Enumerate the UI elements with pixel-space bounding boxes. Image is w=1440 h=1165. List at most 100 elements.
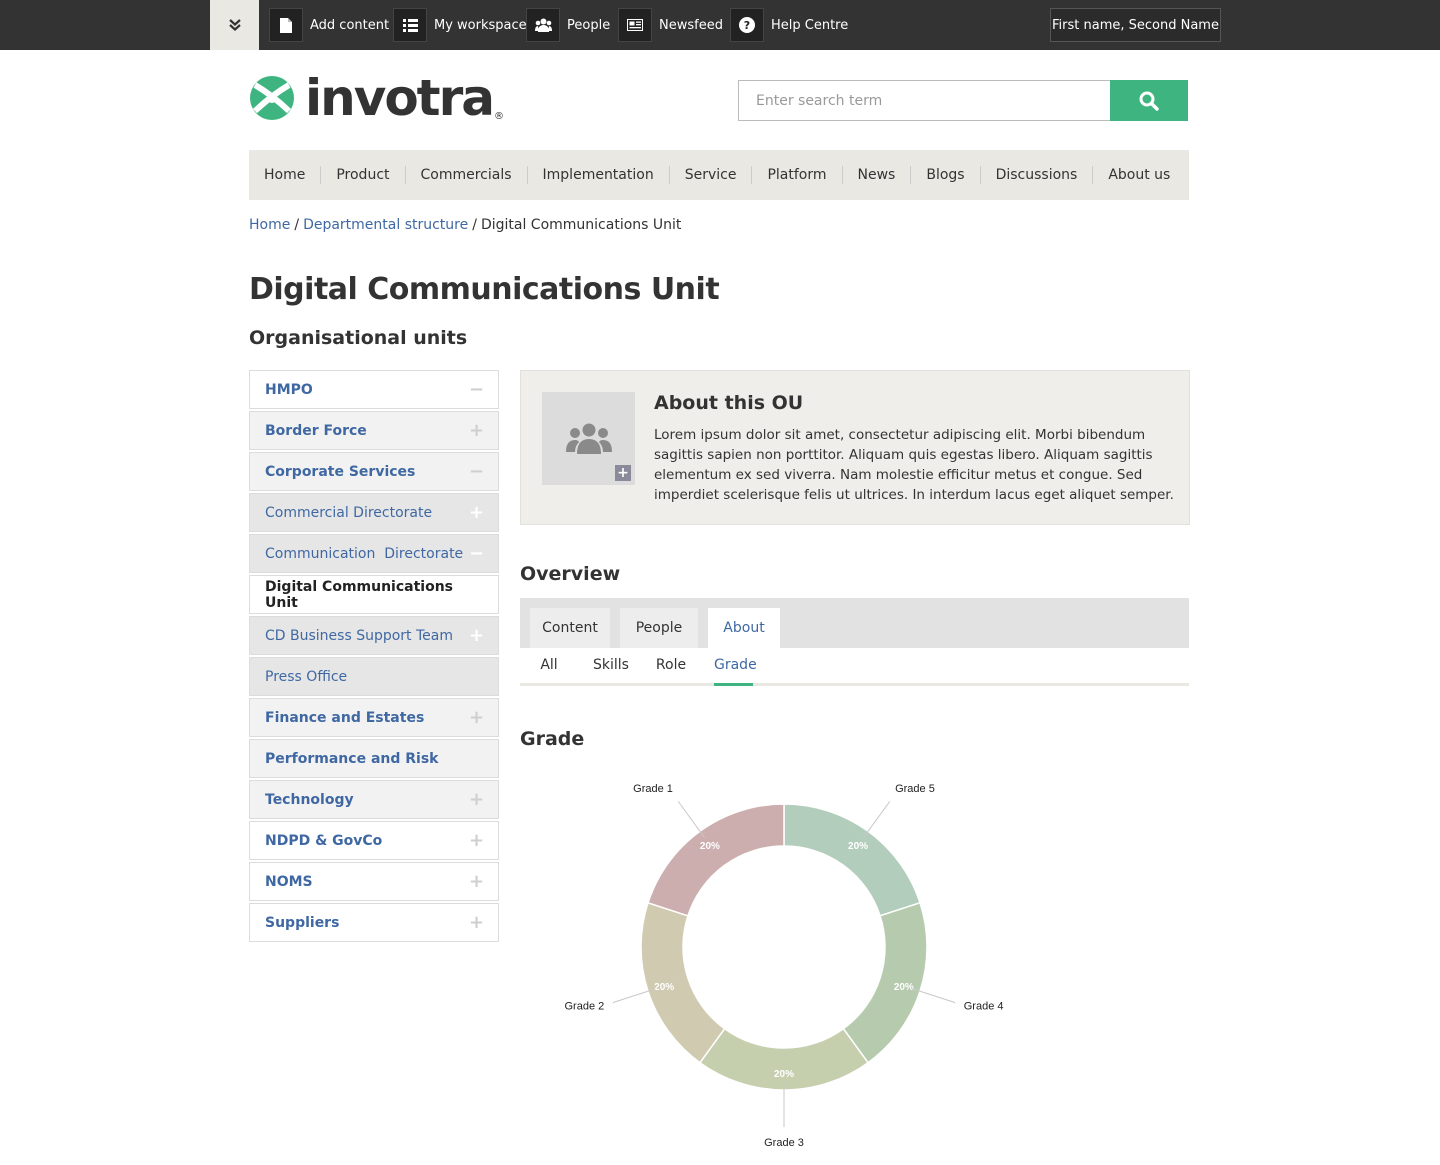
page-title: Digital Communications Unit — [249, 272, 720, 307]
overview-heading: Overview — [520, 563, 621, 585]
unit-suppliers[interactable]: Suppliers + — [249, 903, 499, 942]
subtab-role[interactable]: Role — [650, 657, 692, 686]
unit-press-office[interactable]: Press Office — [249, 657, 499, 696]
nav-discussions[interactable]: Discussions — [979, 166, 1093, 184]
add-content-button[interactable]: Add content — [269, 8, 389, 42]
unit-label: Digital Communications Unit — [265, 578, 454, 611]
nav-service[interactable]: Service — [668, 166, 752, 184]
newspaper-icon — [618, 8, 652, 42]
unit-label: Border Force — [265, 422, 367, 439]
slice-percent-label: 20% — [848, 841, 868, 852]
slice-percent-label: 20% — [700, 841, 720, 852]
grade-heading: Grade — [520, 728, 585, 750]
logo-registered-mark: ® — [493, 111, 504, 122]
organisational-units-list: HMPO − Border Force + Corporate Services… — [249, 370, 499, 944]
expand-icon[interactable]: + — [469, 420, 484, 441]
subtab-grade[interactable]: Grade — [714, 657, 757, 686]
breadcrumb-current: Digital Communications Unit — [480, 217, 682, 233]
search-button[interactable] — [1110, 80, 1188, 121]
expand-icon[interactable]: + — [469, 625, 484, 646]
breadcrumb-separator: / — [472, 217, 477, 233]
tab-people[interactable]: People — [620, 608, 698, 648]
newsfeed-button[interactable]: Newsfeed — [618, 8, 723, 42]
organisational-units-heading: Organisational units — [249, 327, 468, 349]
search-form — [738, 80, 1188, 121]
people-label: People — [567, 17, 611, 33]
ou-image-placeholder[interactable]: + — [542, 392, 635, 485]
collapse-icon[interactable]: − — [469, 461, 484, 482]
nav-home[interactable]: Home — [249, 166, 320, 184]
nav-commercials[interactable]: Commercials — [404, 166, 527, 184]
nav-news[interactable]: News — [841, 166, 911, 184]
expand-icon[interactable]: + — [469, 871, 484, 892]
unit-label: NOMS — [265, 873, 313, 890]
expand-icon[interactable]: + — [469, 707, 484, 728]
slice-category-label: Grade 2 — [565, 1000, 605, 1012]
unit-label: Commercial Directorate — [265, 504, 433, 521]
breadcrumb-separator: / — [294, 217, 300, 233]
user-menu-button[interactable]: First name, Second Name — [1050, 8, 1221, 42]
about-subtabs: All Skills Role Grade — [520, 657, 1189, 686]
donut-slice[interactable] — [647, 803, 785, 917]
unit-hmpo[interactable]: HMPO − — [249, 370, 499, 409]
toolbar-toggle-button[interactable] — [210, 0, 259, 50]
unit-label: Technology — [265, 791, 354, 808]
invotra-logo-icon — [250, 76, 294, 120]
about-title: About this OU — [654, 392, 804, 414]
unit-finance-and-estates[interactable]: Finance and Estates + — [249, 698, 499, 737]
donut-slice[interactable] — [698, 1027, 870, 1091]
subtab-skills[interactable]: Skills — [588, 657, 634, 686]
site-logo[interactable]: invotra ® — [249, 72, 504, 124]
tab-about[interactable]: About — [708, 608, 780, 648]
breadcrumb-departmental-structure[interactable]: Departmental structure — [303, 217, 468, 233]
help-centre-button[interactable]: ? Help Centre — [730, 8, 848, 42]
my-workspace-label: My workspace — [434, 17, 527, 33]
breadcrumb-home[interactable]: Home — [249, 217, 290, 233]
unit-label: Finance and Estates — [265, 709, 425, 726]
search-icon — [1139, 91, 1159, 111]
unit-communication-directorate[interactable]: Communication Directorate − — [249, 534, 499, 573]
nav-about-us[interactable]: About us — [1092, 166, 1185, 184]
people-button[interactable]: People — [526, 8, 610, 42]
search-input[interactable] — [738, 80, 1110, 121]
expand-icon[interactable]: + — [469, 789, 484, 810]
unit-cd-business-support-team[interactable]: CD Business Support Team + — [249, 616, 499, 655]
unit-label: CD Business Support Team — [265, 627, 453, 644]
unit-ndpd-govco[interactable]: NDPD & GovCo + — [249, 821, 499, 860]
slice-percent-label: 20% — [654, 982, 674, 993]
main-navigation: Home Product Commercials Implementation … — [249, 150, 1189, 200]
add-image-icon[interactable]: + — [615, 465, 631, 481]
nav-blogs[interactable]: Blogs — [910, 166, 979, 184]
unit-label: Press Office — [265, 668, 348, 685]
collapse-icon[interactable]: − — [469, 543, 484, 564]
expand-icon[interactable]: + — [469, 502, 484, 523]
expand-icon[interactable]: + — [469, 912, 484, 933]
donut-slice[interactable] — [842, 901, 928, 1064]
unit-border-force[interactable]: Border Force + — [249, 411, 499, 450]
document-icon — [269, 8, 303, 42]
nav-implementation[interactable]: Implementation — [526, 166, 669, 184]
unit-technology[interactable]: Technology + — [249, 780, 499, 819]
unit-performance-and-risk[interactable]: Performance and Risk — [249, 739, 499, 778]
leader-line — [677, 801, 706, 839]
expand-icon[interactable]: + — [469, 830, 484, 851]
double-chevron-down-icon — [228, 19, 241, 31]
nav-product[interactable]: Product — [320, 166, 404, 184]
donut-slice[interactable] — [783, 803, 921, 917]
slice-percent-label: 20% — [894, 982, 914, 993]
unit-label: NDPD & GovCo — [265, 832, 383, 849]
unit-commercial-directorate[interactable]: Commercial Directorate + — [249, 493, 499, 532]
breadcrumb: Home / Departmental structure / Digital … — [249, 217, 681, 233]
tab-content[interactable]: Content — [530, 608, 610, 648]
nav-platform[interactable]: Platform — [751, 166, 841, 184]
collapse-icon[interactable]: − — [469, 379, 484, 400]
list-icon — [393, 8, 427, 42]
unit-digital-communications-unit[interactable]: Digital Communications Unit — [249, 575, 499, 614]
overview-tabs: Content People About — [520, 598, 1189, 648]
subtab-all[interactable]: All — [520, 657, 578, 686]
unit-noms[interactable]: NOMS + — [249, 862, 499, 901]
unit-label: Performance and Risk — [265, 750, 439, 767]
my-workspace-button[interactable]: My workspace — [393, 8, 527, 42]
add-content-label: Add content — [310, 17, 390, 33]
unit-corporate-services[interactable]: Corporate Services − — [249, 452, 499, 491]
